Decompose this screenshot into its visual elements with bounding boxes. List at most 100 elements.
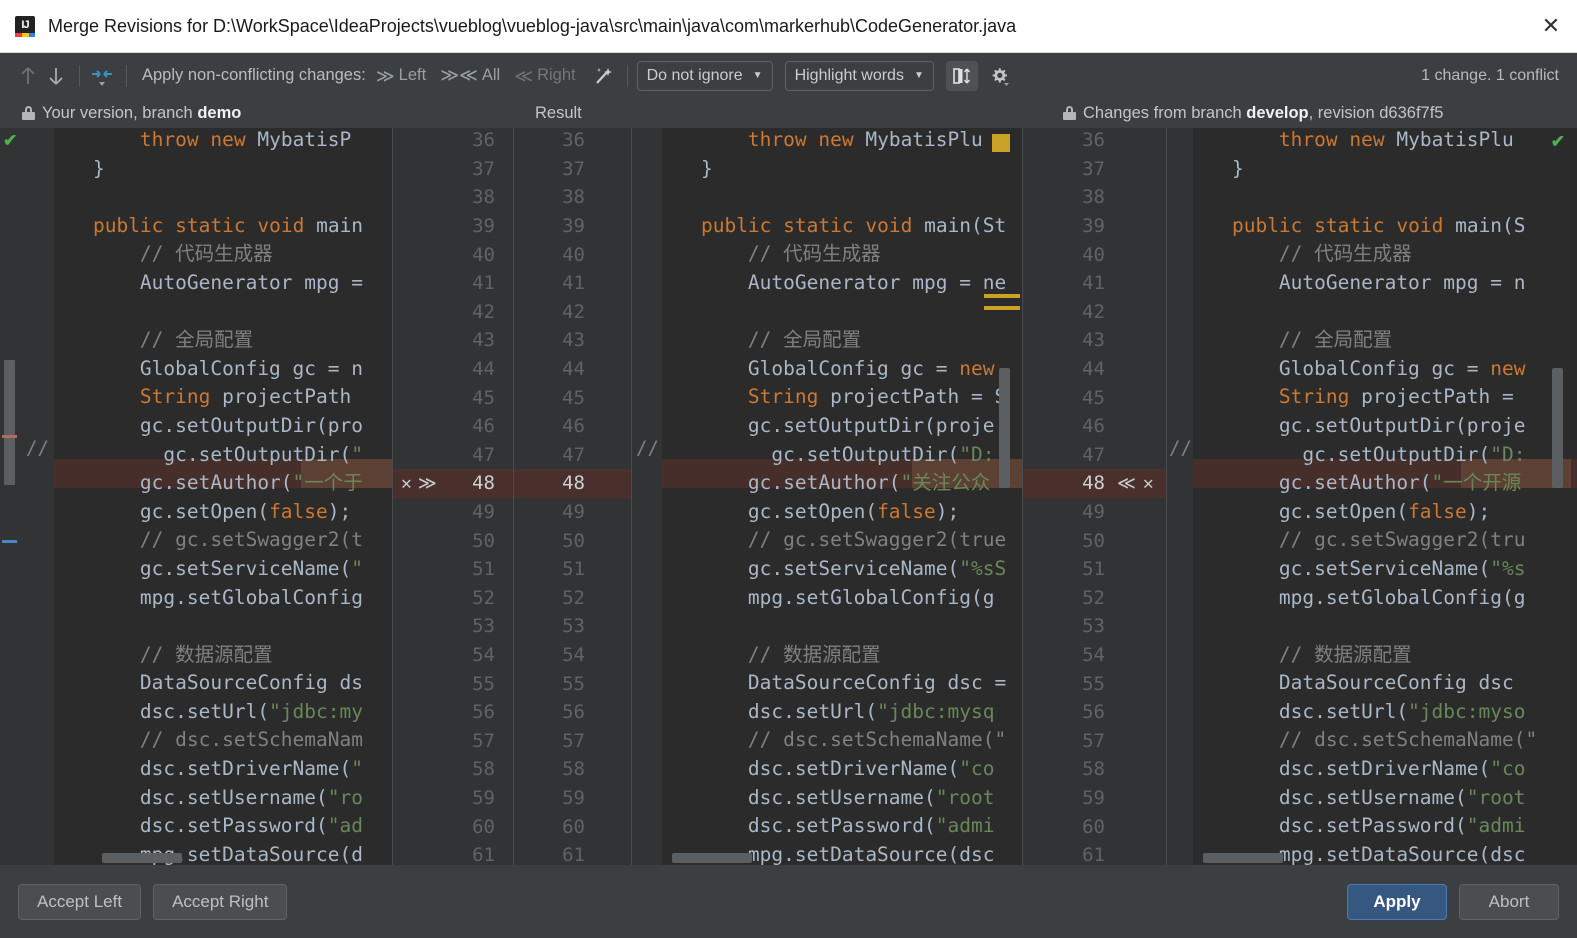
arrow-down-icon[interactable] bbox=[42, 62, 70, 90]
right-line-number: 60 bbox=[1082, 815, 1105, 838]
apply-right-button[interactable]: ≪ Right bbox=[514, 66, 575, 85]
lock-icon-2 bbox=[1063, 106, 1076, 120]
magic-resolve-icon[interactable] bbox=[590, 62, 618, 90]
right-pane-header: Changes from branch develop, revision d6… bbox=[1063, 98, 1443, 128]
right-vscrollbar-thumb bbox=[1552, 368, 1563, 488]
right-line-number: 39 bbox=[1082, 215, 1105, 238]
right-editor-pane[interactable]: // throw new MybatisPlu } public static … bbox=[1167, 128, 1577, 865]
conflict-actions-right[interactable]: ≪ ✕ bbox=[1117, 473, 1154, 494]
pane-headers: Your version, branch demo Result Changes… bbox=[0, 98, 1577, 128]
right-code-area[interactable]: throw new MybatisPlu } public static voi… bbox=[1193, 128, 1577, 865]
abort-button[interactable]: Abort bbox=[1459, 883, 1559, 920]
left-line-number: 60 bbox=[472, 815, 495, 838]
line-number-row: 47 47 bbox=[393, 441, 631, 470]
result-line-number: 42 bbox=[562, 300, 585, 323]
right-pane-branch: develop bbox=[1246, 103, 1309, 122]
result-gutter[interactable]: // bbox=[632, 128, 662, 865]
right-line-number-row: 59 bbox=[1023, 784, 1166, 813]
right-line-number: 53 bbox=[1082, 615, 1105, 638]
center-line-number-gutter[interactable]: 36 36 37 37 38 38 39 39 40 40 41 41 42 42 43 43 44 44 45 45… bbox=[392, 128, 632, 865]
result-caret-marker bbox=[992, 134, 1010, 152]
right-line-number: 37 bbox=[1082, 157, 1105, 180]
left-change-markers[interactable]: ✔ bbox=[0, 128, 20, 865]
result-code-area[interactable]: throw new MybatisPlu } public static voi… bbox=[662, 128, 1022, 865]
highlight-policy-select[interactable]: Highlight words ▼ bbox=[784, 60, 934, 91]
reject-conflict-icon-right[interactable]: ✕ bbox=[1143, 473, 1154, 494]
accept-left-change-icon[interactable]: ≫ bbox=[418, 473, 437, 494]
arrow-up-icon[interactable] bbox=[14, 62, 42, 90]
line-number-row: 60 60 bbox=[393, 812, 631, 841]
line-number-row: 51 51 bbox=[393, 555, 631, 584]
line-number-row: 39 39 bbox=[393, 212, 631, 241]
right-line-number: 36 bbox=[1082, 129, 1105, 152]
left-line-number: 52 bbox=[472, 586, 495, 609]
right-line-number-row: 42 bbox=[1023, 298, 1166, 327]
right-line-number: 59 bbox=[1082, 787, 1105, 810]
right-line-number-row: 37 bbox=[1023, 155, 1166, 184]
result-line-number: 43 bbox=[562, 329, 585, 352]
line-number-row: 43 43 bbox=[393, 326, 631, 355]
right-line-number: 52 bbox=[1082, 586, 1105, 609]
result-line-number: 41 bbox=[562, 272, 585, 295]
left-line-number: 36 bbox=[472, 129, 495, 152]
left-hscrollbar-thumb[interactable] bbox=[102, 853, 182, 863]
left-line-number: 58 bbox=[472, 758, 495, 781]
result-line-number: 45 bbox=[562, 386, 585, 409]
result-editor-pane[interactable]: // throw new MybatisPlu } public static … bbox=[632, 128, 1022, 865]
close-icon[interactable]: ✕ bbox=[1525, 0, 1577, 52]
left-line-number: 49 bbox=[472, 501, 495, 524]
result-hscrollbar-thumb[interactable] bbox=[672, 853, 752, 863]
right-line-number-gutter[interactable]: 36 37 38 39 40 41 42 43 44 45 46 47 48 ≪ ✕ 49 50 51 52 53 54… bbox=[1022, 128, 1167, 865]
left-code-area[interactable]: throw new MybatisP } public static void … bbox=[54, 128, 392, 865]
right-line-number: 55 bbox=[1082, 672, 1105, 695]
line-number-column-divider bbox=[513, 128, 514, 865]
result-line-number: 52 bbox=[562, 586, 585, 609]
right-gutter[interactable]: // bbox=[1167, 128, 1193, 865]
result-code-text: throw new MybatisPlu } public static voi… bbox=[662, 128, 1007, 865]
right-line-number: 42 bbox=[1082, 300, 1105, 323]
right-line-number: 61 bbox=[1082, 844, 1105, 865]
right-line-number-row: 61 bbox=[1023, 841, 1166, 865]
right-line-number-row: 55 bbox=[1023, 669, 1166, 698]
right-line-number-row: 45 bbox=[1023, 383, 1166, 412]
left-editor-pane[interactable]: ✔ // throw new MybatisP } public static … bbox=[0, 128, 392, 865]
left-pane-branch: demo bbox=[197, 103, 242, 122]
accept-left-button[interactable]: Accept Left bbox=[18, 883, 142, 920]
collapse-unchanged-fragments-icon[interactable] bbox=[945, 60, 978, 91]
highlight-policy-value: Highlight words bbox=[794, 66, 904, 84]
chevron-down-icon: ▼ bbox=[752, 70, 763, 81]
right-line-number-row: 39 bbox=[1023, 212, 1166, 241]
toolbar-divider-3 bbox=[626, 64, 628, 87]
line-number-row: 49 49 bbox=[393, 498, 631, 527]
right-line-number: 48 bbox=[1082, 472, 1105, 495]
left-line-number: 42 bbox=[472, 300, 495, 323]
right-line-number: 57 bbox=[1082, 729, 1105, 752]
result-line-number: 60 bbox=[562, 815, 585, 838]
conflict-actions-left[interactable]: ✕ ≫ bbox=[401, 473, 437, 494]
right-hscrollbar-thumb[interactable] bbox=[1203, 853, 1283, 863]
gear-icon[interactable] bbox=[982, 61, 1016, 91]
left-gutter[interactable]: // bbox=[20, 128, 54, 865]
left-conflict-tick bbox=[2, 435, 17, 438]
right-line-number-row: 47 bbox=[1023, 441, 1166, 470]
ignore-policy-select[interactable]: Do not ignore ▼ bbox=[636, 60, 773, 91]
result-line-number: 61 bbox=[562, 844, 585, 865]
accept-right-button[interactable]: Accept Right bbox=[153, 883, 288, 920]
reject-conflict-icon[interactable]: ✕ bbox=[401, 473, 412, 494]
left-line-number: 40 bbox=[472, 243, 495, 266]
accept-right-change-icon[interactable]: ≪ bbox=[1117, 473, 1136, 494]
apply-left-button[interactable]: ≫ Left bbox=[376, 66, 426, 85]
apply-all-button[interactable]: ≫≪ All bbox=[440, 65, 500, 86]
right-line-number-row: 52 bbox=[1023, 584, 1166, 613]
right-line-number: 38 bbox=[1082, 186, 1105, 209]
result-line-number: 58 bbox=[562, 758, 585, 781]
right-line-number-row: 51 bbox=[1023, 555, 1166, 584]
merge-toolbar: Apply non-conflicting changes: ≫ Left ≫≪… bbox=[0, 53, 1577, 98]
toolbar-divider bbox=[79, 64, 80, 87]
right-line-number: 43 bbox=[1082, 329, 1105, 352]
apply-button[interactable]: Apply bbox=[1347, 883, 1447, 920]
right-line-number-row: 60 bbox=[1023, 812, 1166, 841]
line-number-row: 56 56 bbox=[393, 698, 631, 727]
right-line-number: 45 bbox=[1082, 386, 1105, 409]
apply-non-conflicting-icon[interactable] bbox=[89, 62, 117, 90]
